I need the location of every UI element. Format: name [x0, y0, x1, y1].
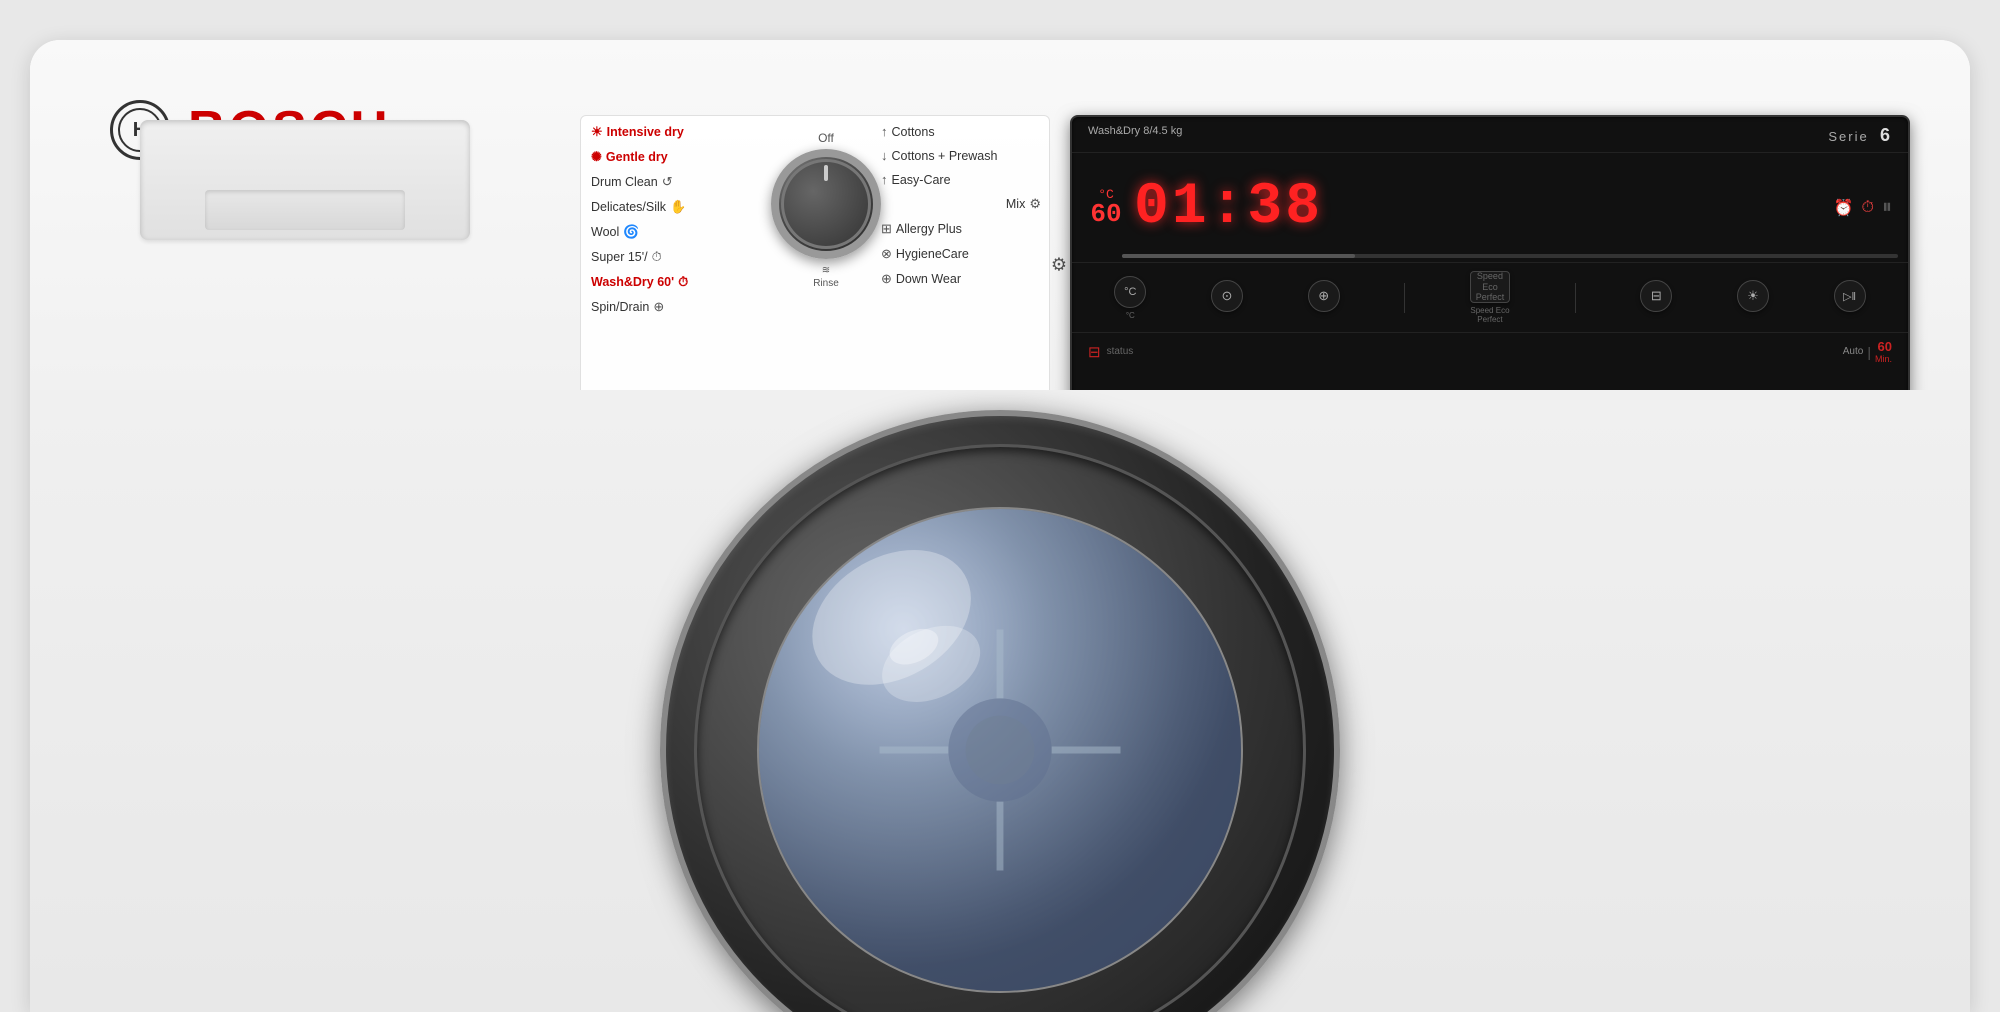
spin-button[interactable]: ⊙ — [1211, 280, 1243, 315]
program-gentle-dry[interactable]: ✺ Gentle dry — [591, 149, 761, 165]
time-button-icon[interactable]: ⊕ — [1308, 280, 1340, 312]
program-spin-drain[interactable]: Spin/Drain ⊕ — [591, 299, 761, 315]
program-easy-care[interactable]: ↑ Easy-Care — [881, 172, 1041, 187]
temp-button[interactable]: °C °C — [1114, 276, 1146, 320]
temperature-value: 60 — [1090, 201, 1121, 227]
program-super15[interactable]: Super 15'/ ⏱ — [591, 249, 761, 265]
temp-button-icon[interactable]: °C — [1114, 276, 1146, 308]
program-mix[interactable]: Mix ⚙ — [881, 196, 1041, 212]
cottons-prewash-icon: ↓ — [881, 148, 888, 163]
easy-care-icon: ↑ — [881, 172, 888, 187]
spin-drain-icon: ⊕ — [653, 299, 664, 315]
dial-ring — [781, 159, 871, 249]
control-buttons-row: °C °C ⊙ ⊕ SpeedEcoPerfect — [1072, 263, 1908, 333]
detergent-drawer-handle[interactable] — [205, 190, 405, 230]
allergy-plus-icon: ⊞ — [881, 221, 892, 237]
status-red-icon: ⊟ — [1088, 343, 1101, 361]
dry-icon[interactable]: ☀ — [1737, 280, 1769, 312]
dial-bottom-icon: ≋ — [822, 265, 830, 276]
drum-pattern-svg — [759, 509, 1241, 991]
program-drum-clean[interactable]: Drum Clean ↺ — [591, 174, 761, 190]
pause-icon: ⏸ — [1882, 196, 1892, 219]
speed-eco-button[interactable]: SpeedEcoPerfect Speed Eco Perfect — [1470, 271, 1510, 324]
door-middle-ring — [694, 444, 1306, 1012]
status-row: ⊟ status Auto | 60 Min. — [1072, 333, 1908, 370]
spin-button-icon[interactable]: ⊙ — [1211, 280, 1243, 312]
mins-label: Min. — [1875, 354, 1892, 364]
divider-2 — [1575, 283, 1576, 313]
dial-knob[interactable] — [771, 149, 881, 259]
program-list-left: ☀ Intensive dry ✺ Gentle dry Drum Clean … — [591, 124, 761, 324]
super15-icon: ⏱ — [652, 249, 662, 265]
program-hygiene-care[interactable]: ⊗ HygieneCare — [881, 246, 1041, 262]
series-label: Serie 6 — [1828, 125, 1892, 146]
wash-icon[interactable]: ⊟ — [1640, 280, 1672, 312]
digital-time-display: °C 60 01:38 ⏰ ⏱ ⏸ — [1072, 153, 1908, 263]
program-cottons-prewash[interactable]: ↓ Cottons + Prewash — [881, 148, 1041, 163]
wool-icon: 🌀 — [623, 224, 639, 240]
hygiene-care-icon: ⊗ — [881, 246, 892, 262]
divider-1 — [1404, 283, 1405, 313]
wash-button[interactable]: ⊟ — [1640, 280, 1672, 315]
status-text: status — [1107, 346, 1134, 357]
program-dial[interactable]: Off ≋ Rinse — [766, 131, 886, 371]
start-pause-button[interactable]: ▷‖ — [1834, 280, 1866, 315]
dial-top-label: Off — [818, 131, 834, 145]
program-washdry60[interactable]: Wash&Dry 60' ⏱ — [591, 274, 761, 290]
down-wear-icon: ⊕ — [881, 271, 892, 287]
settings-icon: ⚙ — [1051, 255, 1067, 276]
door-outer-ring[interactable] — [660, 410, 1340, 1012]
delicates-icon: ✋ — [670, 199, 686, 215]
top-panel: H BOSCH ☀ Intensive dry ✺ Gentle dry Dru… — [30, 40, 1970, 430]
washdry60-icon: ⏱ — [678, 274, 688, 290]
model-capacity-label: Wash&Dry 8/4.5 kg — [1088, 125, 1182, 137]
mins-value: 60 — [1878, 339, 1892, 354]
program-intensive-dry[interactable]: ☀ Intensive dry — [591, 124, 761, 140]
time-value: 01:38 — [1134, 175, 1323, 240]
clock-icon: ⏱ — [1862, 199, 1874, 217]
pipe-divider: | — [1867, 344, 1871, 360]
speed-eco-icon[interactable]: SpeedEcoPerfect — [1470, 271, 1510, 303]
door-glass — [757, 507, 1243, 993]
display-icons-right: ⏰ ⏱ ⏸ — [1834, 196, 1892, 219]
program-wool[interactable]: Wool 🌀 — [591, 224, 761, 240]
alarm-icon: ⏰ — [1834, 198, 1854, 218]
detergent-drawer[interactable] — [140, 120, 470, 240]
dial-bottom-label: ≋ Rinse — [813, 265, 839, 289]
display-header: Wash&Dry 8/4.5 kg Serie 6 — [1072, 117, 1908, 153]
program-cottons[interactable]: ↑ Cottons — [881, 124, 1041, 139]
gentle-dry-icon: ✺ — [591, 149, 602, 165]
program-allergy-plus[interactable]: ⊞ Allergy Plus — [881, 221, 1041, 237]
program-delicates-silk[interactable]: Delicates/Silk ✋ — [591, 199, 761, 215]
program-down-wear[interactable]: ⊕ Down Wear — [881, 271, 1041, 287]
auto-label: Auto — [1843, 346, 1864, 357]
dry-button[interactable]: ☀ — [1737, 280, 1769, 315]
time-button[interactable]: ⊕ — [1308, 280, 1340, 315]
temp-button-label: °C — [1126, 311, 1135, 320]
program-selector-panel: ☀ Intensive dry ✺ Gentle dry Drum Clean … — [580, 115, 1050, 415]
start-pause-icon[interactable]: ▷‖ — [1834, 280, 1866, 312]
intensive-dry-icon: ☀ — [591, 124, 603, 140]
cottons-icon: ↑ — [881, 124, 888, 139]
mix-icon: ⚙ — [1029, 196, 1041, 212]
drum-clean-icon: ↺ — [662, 174, 673, 190]
digital-display-panel: Wash&Dry 8/4.5 kg Serie 6 °C 60 01:38 ⏰ … — [1070, 115, 1910, 415]
speed-eco-label: Speed Eco Perfect — [1470, 306, 1510, 324]
machine-door-section — [30, 390, 1970, 1012]
program-list-right: ↑ Cottons ↓ Cottons + Prewash ↑ Easy-Car… — [881, 124, 1041, 296]
